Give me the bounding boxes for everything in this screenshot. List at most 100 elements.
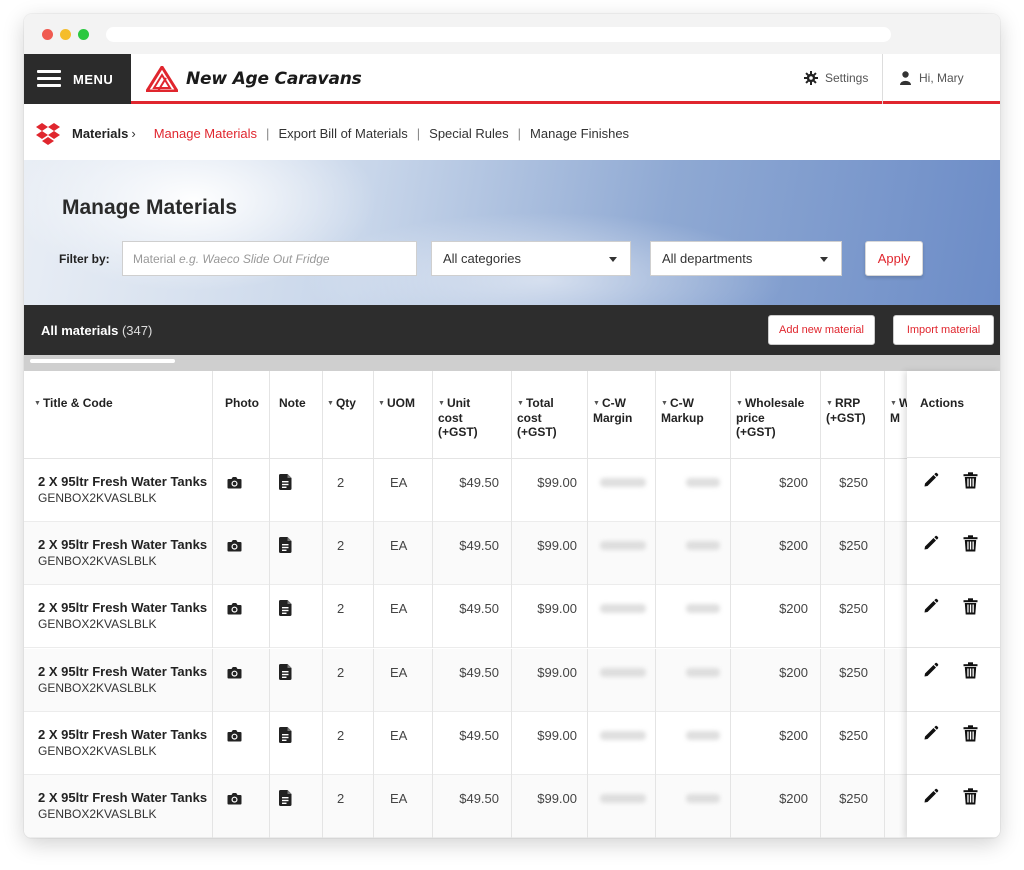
note-icon[interactable]: [279, 474, 292, 493]
breadcrumb-materials[interactable]: Materials: [72, 126, 128, 141]
column-header-actions: Actions: [907, 371, 1000, 458]
total-cost-value: $99.00: [537, 727, 577, 743]
camera-icon[interactable]: [227, 729, 242, 745]
scrollbar-thumb[interactable]: [30, 359, 175, 363]
pencil-icon[interactable]: [923, 535, 941, 553]
camera-icon[interactable]: [227, 539, 242, 555]
tab-manage-materials[interactable]: Manage Materials: [154, 126, 257, 141]
menu-button[interactable]: MENU: [24, 54, 131, 104]
column-header-unit-cost[interactable]: ▼ Unit cost (+GST): [433, 371, 512, 458]
column-header-rrp[interactable]: ▼ RRP (+GST): [821, 371, 885, 458]
category-select[interactable]: All categories: [431, 241, 631, 276]
cell-title-code: 2 X 95ltr Fresh Water Tanks GENBOX2KVASLB…: [24, 459, 213, 522]
table-row[interactable]: 2 X 95ltr Fresh Water Tanks GENBOX2KVASLB…: [24, 522, 907, 586]
redacted-value: [686, 794, 720, 803]
table-row[interactable]: 2 X 95ltr Fresh Water Tanks GENBOX2KVASLB…: [24, 775, 907, 838]
trash-icon[interactable]: [963, 725, 981, 743]
camera-icon[interactable]: [227, 792, 242, 808]
cell-title-code: 2 X 95ltr Fresh Water Tanks GENBOX2KVASLB…: [24, 585, 213, 649]
rrp-value: $250: [839, 601, 868, 617]
table-row[interactable]: 2 X 95ltr Fresh Water Tanks GENBOX2KVASLB…: [24, 585, 907, 649]
camera-icon[interactable]: [227, 476, 242, 492]
tab-export-bill-of-materials[interactable]: Export Bill of Materials: [278, 126, 407, 141]
note-icon[interactable]: [279, 790, 292, 809]
trash-icon[interactable]: [963, 472, 981, 490]
column-header-partial[interactable]: ▼ W M: [885, 371, 907, 458]
column-header-wholesale[interactable]: ▼ Wholesale price (+GST): [731, 371, 821, 458]
pencil-icon[interactable]: [923, 662, 941, 680]
column-header-total-cost[interactable]: ▼ Total cost (+GST): [512, 371, 588, 458]
hero-banner: Manage Materials Filter by: Material e.g…: [24, 160, 1000, 305]
pencil-icon[interactable]: [923, 598, 941, 616]
cell-partial: [885, 585, 907, 648]
cell-cw-markup: [656, 648, 731, 712]
uom-value: EA: [390, 791, 408, 806]
table-row[interactable]: 2 X 95ltr Fresh Water Tanks GENBOX2KVASLB…: [24, 711, 907, 775]
settings-link[interactable]: Settings: [804, 71, 868, 85]
tab-special-rules[interactable]: Special Rules: [429, 126, 509, 141]
user-menu[interactable]: Hi, Mary: [900, 71, 964, 85]
sub-nav: Materials › Manage Materials | Export Bi…: [24, 107, 1000, 160]
sort-arrow-icon: ▼: [34, 400, 41, 407]
minimize-window-button[interactable]: [60, 29, 71, 40]
maximize-window-button[interactable]: [78, 29, 89, 40]
pencil-icon[interactable]: [923, 725, 941, 743]
apply-button[interactable]: Apply: [865, 241, 923, 276]
material-title: 2 X 95ltr Fresh Water Tanks: [38, 663, 208, 679]
horizontal-scrollbar[interactable]: [24, 355, 1000, 371]
column-header-cw-markup[interactable]: ▼ C-W Markup: [656, 371, 731, 458]
cell-cw-markup: [656, 459, 731, 522]
note-icon[interactable]: [279, 663, 292, 683]
note-icon[interactable]: [279, 726, 292, 746]
cell-unit-cost: $49.50: [433, 522, 512, 586]
import-material-button[interactable]: Import material: [893, 315, 994, 345]
total-cost-value: $99.00: [537, 538, 577, 554]
note-icon[interactable]: [279, 600, 292, 619]
trash-icon[interactable]: [963, 788, 981, 806]
brand-logo[interactable]: [146, 66, 178, 92]
cell-qty: 2: [323, 459, 374, 522]
action-row: [907, 585, 1000, 649]
materials-count-heading: All materials (347): [41, 323, 152, 338]
gear-icon: [804, 71, 818, 85]
trash-icon[interactable]: [963, 661, 981, 680]
cell-photo: [213, 585, 270, 649]
cell-uom: EA: [374, 522, 433, 586]
material-title: 2 X 95ltr Fresh Water Tanks: [38, 600, 208, 616]
note-icon[interactable]: [279, 537, 292, 556]
column-header-qty[interactable]: ▼ Qty: [323, 371, 374, 458]
column-header-title[interactable]: ▼ Title & Code: [24, 371, 213, 458]
breadcrumb-chevron: ›: [131, 126, 136, 141]
brand-name[interactable]: New Age Caravans: [186, 69, 362, 89]
cell-partial: [885, 649, 907, 712]
column-header-uom[interactable]: ▼ UOM: [374, 371, 433, 458]
cell-partial: [885, 459, 907, 522]
trash-icon[interactable]: [963, 598, 981, 616]
cell-title-code: 2 X 95ltr Fresh Water Tanks GENBOX2KVASLB…: [24, 648, 213, 712]
cell-total-cost: $99.00: [512, 711, 588, 775]
table-row[interactable]: 2 X 95ltr Fresh Water Tanks GENBOX2KVASLB…: [24, 648, 907, 712]
close-window-button[interactable]: [42, 29, 53, 40]
qty-value: 2: [337, 727, 345, 743]
unit-cost-value: $49.50: [459, 664, 499, 680]
material-code: GENBOX2KVASLBLK: [38, 807, 157, 821]
cell-total-cost: $99.00: [512, 648, 588, 712]
camera-icon[interactable]: [227, 666, 242, 682]
materials-count: (347): [121, 323, 153, 338]
cell-photo: [213, 711, 270, 775]
material-search-input[interactable]: Material e.g. Waeco Slide Out Fridge: [122, 241, 417, 276]
total-cost-value: $99.00: [537, 475, 577, 490]
rrp-value: $250: [839, 664, 868, 680]
column-header-cw-margin[interactable]: ▼ C-W Margin: [588, 371, 656, 458]
uom-value: EA: [390, 538, 408, 554]
table-row[interactable]: 2 X 95ltr Fresh Water Tanks GENBOX2KVASLB…: [24, 459, 907, 522]
pencil-icon[interactable]: [923, 788, 941, 806]
department-select[interactable]: All departments: [650, 241, 842, 276]
add-material-button[interactable]: Add new material: [768, 315, 875, 345]
pencil-icon[interactable]: [923, 472, 941, 490]
camera-icon[interactable]: [227, 602, 242, 618]
address-bar[interactable]: [106, 27, 891, 42]
trash-icon[interactable]: [963, 535, 981, 553]
department-select-value: All departments: [662, 251, 753, 266]
tab-manage-finishes[interactable]: Manage Finishes: [530, 126, 629, 141]
